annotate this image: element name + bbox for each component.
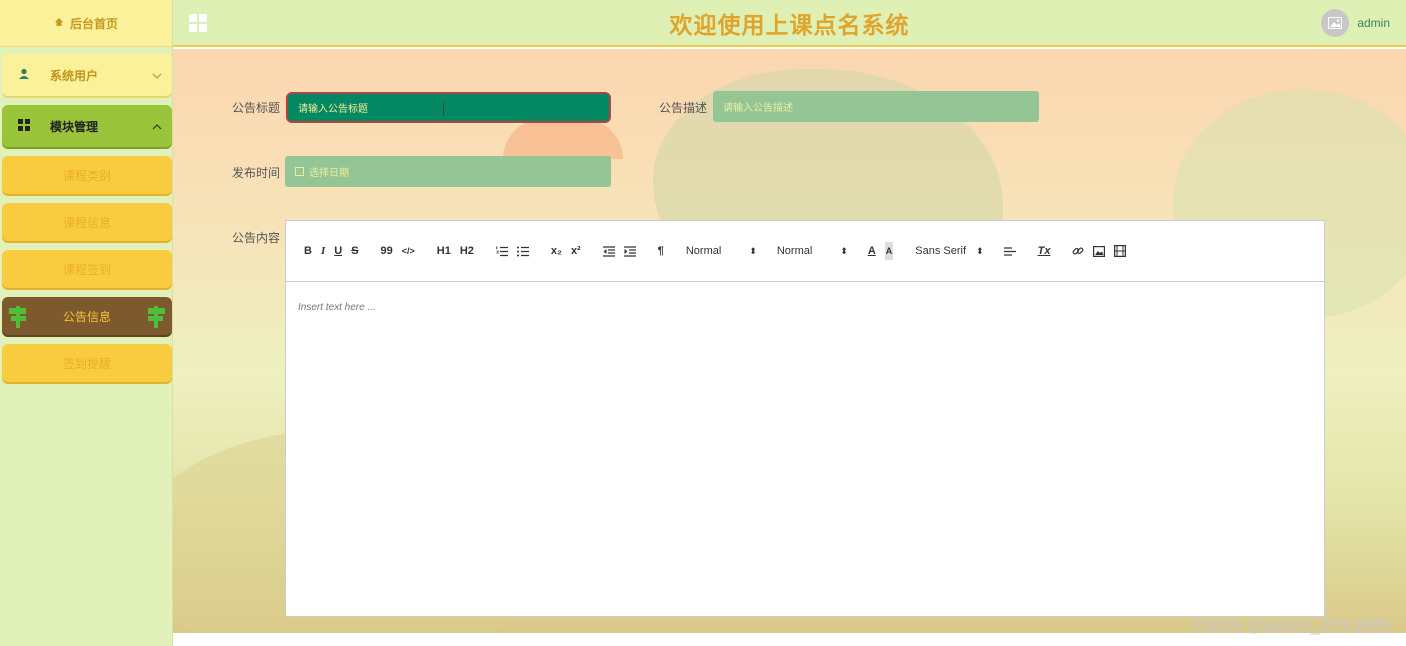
sidebar-item-label: 课程类别 [62,168,111,183]
background-sun [503,119,623,159]
header-select-value: Normal [776,245,813,257]
image-icon[interactable] [1093,242,1106,260]
chevron-down-icon [142,68,172,82]
sidebar-item-label: 课程信息 [62,215,111,230]
grid-icon [18,118,30,134]
blockquote-button[interactable]: 99 [381,242,393,260]
editor-placeholder: Insert text here ... [298,302,376,313]
sidebar-item-label: 课程签到 [62,262,111,277]
select-arrows-icon: ⬍ [976,245,984,256]
clear-format-button[interactable]: Tx [1038,242,1051,260]
desc-input-placeholder: 请输入公告描述 [723,103,793,114]
select-arrows-icon: ⬍ [840,245,848,256]
text-color-button[interactable]: A [868,242,876,260]
user-menu[interactable]: admin [1321,8,1390,37]
sidebar-item-signin-reminder[interactable]: 签到提醒 [2,344,172,382]
editor-content-area[interactable]: Insert text here ... [286,282,1324,333]
editor-toolbar: B I U S 99 </> H1 H2 x₂ x² ¶ Normal ⬍ No… [286,221,1324,282]
user-icon [18,68,30,83]
strike-button[interactable]: S [351,242,358,260]
font-select-value: Sans Serif [915,245,967,257]
sidebar-menu-modules[interactable]: 模块管理 [2,105,172,147]
outdent-icon[interactable] [602,242,615,260]
date-picker[interactable]: 选择日期 [285,156,611,187]
title-input[interactable]: 请输入公告标题 [286,92,611,123]
title-label: 公告标题 [232,101,281,115]
menu-toggle-icon[interactable] [189,13,207,32]
link-icon[interactable] [1072,242,1084,260]
video-icon[interactable] [1114,242,1127,260]
home-icon [54,16,64,30]
sidebar-menu-modules-label: 模块管理 [50,119,99,134]
text-direction-button[interactable]: ¶ [658,242,664,260]
bold-button[interactable]: B [304,242,312,260]
sidebar-home-label: 后台首页 [69,16,118,31]
watermark: CSDN @weixin_ZYKJ985 [1193,616,1390,635]
main-content: 公告标题 请输入公告标题 公告描述 请输入公告描述 发布时间 选择日期 公告内容… [173,49,1406,633]
select-arrows-icon: ⬍ [749,245,757,256]
sidebar-menu-users-label: 系统用户 [50,68,99,83]
font-select[interactable]: Sans Serif ⬍ [915,242,983,260]
chevron-up-icon [142,119,172,133]
title-input-placeholder: 请输入公告标题 [298,104,368,115]
size-select[interactable]: Normal ⬍ [686,242,757,260]
date-label: 发布时间 [232,166,281,180]
size-select-value: Normal [685,245,722,257]
sidebar-menu-users[interactable]: 系统用户 [2,54,172,96]
sidebar-item-announcement[interactable]: 公告信息 [2,297,172,335]
ordered-list-icon[interactable] [496,242,508,260]
sidebar-item-label: 公告信息 [62,309,111,324]
avatar [1321,8,1350,37]
page-title: 欢迎使用上课点名系统 [669,11,910,38]
header-2-button[interactable]: H2 [460,242,474,260]
sidebar-item-course-signin[interactable]: 课程签到 [2,250,172,288]
top-header: 欢迎使用上课点名系统 admin [173,0,1406,47]
content-label: 公告内容 [232,231,281,245]
superscript-button[interactable]: x² [571,242,581,260]
header-1-button[interactable]: H1 [437,242,451,260]
signpost-icon [146,304,166,328]
sidebar-item-label: 签到提醒 [62,356,111,371]
background-color-button[interactable]: A [884,242,894,260]
signpost-icon [8,304,28,328]
underline-button[interactable]: U [334,242,342,260]
date-input-placeholder: 选择日期 [309,168,349,179]
align-icon[interactable] [1003,242,1016,260]
header-select[interactable]: Normal ⬍ [777,242,848,260]
username: admin [1357,15,1390,30]
bullet-list-icon[interactable] [516,242,529,260]
rich-text-editor[interactable]: B I U S 99 </> H1 H2 x₂ x² ¶ Normal ⬍ No… [285,220,1325,617]
text-cursor-icon [443,102,445,116]
code-block-button[interactable]: </> [402,242,415,260]
desc-input[interactable]: 请输入公告描述 [713,91,1039,122]
desc-label: 公告描述 [659,101,708,115]
calendar-icon [295,167,304,176]
sidebar-item-course-info[interactable]: 课程信息 [2,203,172,241]
italic-button[interactable]: I [321,242,325,260]
sidebar-home[interactable]: 后台首页 [0,0,172,47]
sidebar: 后台首页 系统用户 模块管理 课程类别 课程信息 课程签到 公告信息 签到提醒 [0,0,173,646]
indent-icon[interactable] [623,242,636,260]
sidebar-item-course-category[interactable]: 课程类别 [2,156,172,194]
subscript-button[interactable]: x₂ [551,242,562,260]
